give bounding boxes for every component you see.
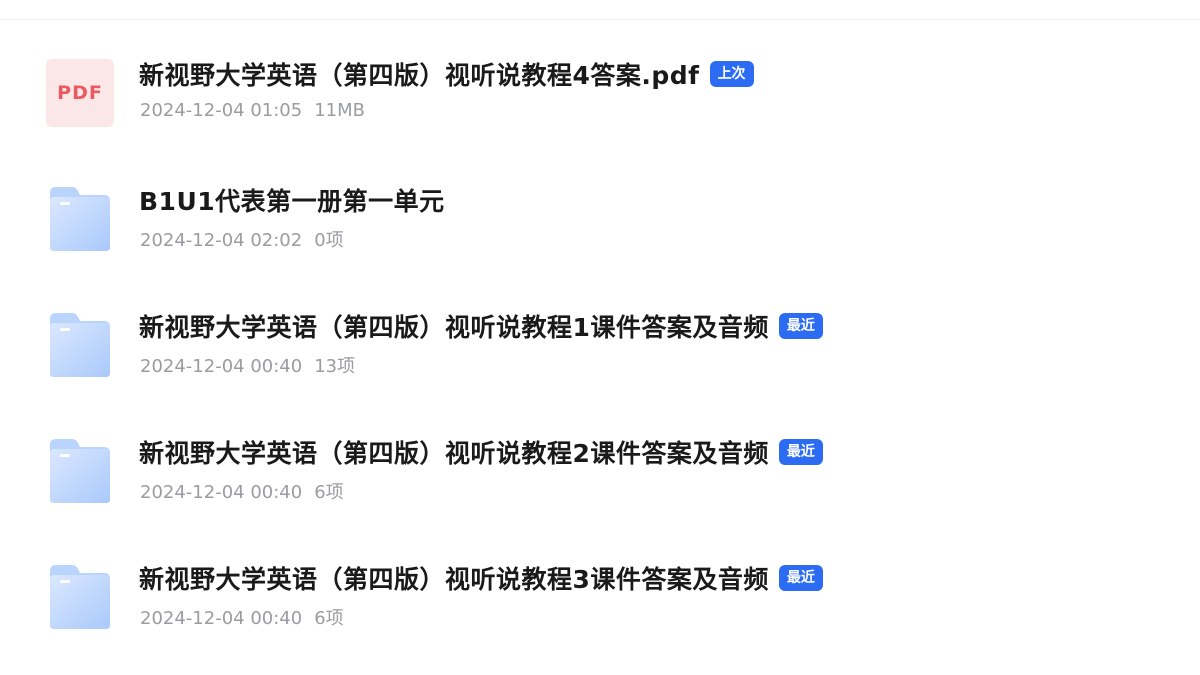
file-date: 2024-12-04 00:40: [140, 482, 303, 503]
recent-badge: 最近: [778, 439, 823, 465]
file-name-line: 新视野大学英语（第四版）视听说教程3课件答案及音频 最近: [139, 560, 823, 596]
pdf-file-icon: PDF: [46, 59, 114, 127]
folder-row-b1u1[interactable]: B1U1代表第一册第一单元 2024-12-04 02:02 0项: [0, 146, 1200, 272]
folder-row-course-2[interactable]: 新视野大学英语（第四版）视听说教程2课件答案及音频 最近 2024-12-04 …: [0, 398, 1200, 524]
recent-badge: 最近: [778, 313, 823, 339]
folder-icon: [50, 187, 110, 251]
recent-badge: 最近: [778, 565, 823, 591]
folder-name[interactable]: 新视野大学英语（第四版）视听说教程2课件答案及音频: [139, 434, 769, 470]
pdf-icon-label: PDF: [57, 82, 103, 104]
file-date: 2024-12-04 00:40: [140, 608, 303, 629]
file-name[interactable]: 新视野大学英语（第四版）视听说教程4答案.pdf: [139, 56, 700, 92]
file-size: 11MB: [314, 100, 365, 121]
item-count: 6项: [314, 482, 344, 503]
folder-icon: [50, 565, 110, 629]
folder-row-course-3[interactable]: 新视野大学英语（第四版）视听说教程3课件答案及音频 最近 2024-12-04 …: [0, 524, 1200, 650]
file-meta: 2024-12-04 00:40 6项: [140, 604, 344, 630]
folder-icon: [50, 439, 110, 503]
file-meta: 2024-12-04 00:40 13项: [140, 352, 355, 378]
item-count: 6项: [314, 608, 344, 629]
file-row-pdf[interactable]: PDF 新视野大学英语（第四版）视听说教程4答案.pdf 上次 2024-12-…: [0, 20, 1200, 146]
file-meta: 2024-12-04 00:40 6项: [140, 478, 344, 504]
file-date: 2024-12-04 02:02: [140, 230, 303, 251]
folder-name[interactable]: B1U1代表第一册第一单元: [139, 182, 445, 218]
folder-name[interactable]: 新视野大学英语（第四版）视听说教程1课件答案及音频: [139, 308, 769, 344]
folder-name[interactable]: 新视野大学英语（第四版）视听说教程3课件答案及音频: [139, 560, 769, 596]
item-count: 13项: [314, 356, 356, 377]
file-meta: 2024-12-04 01:05 11MB: [140, 100, 365, 121]
file-date: 2024-12-04 01:05: [140, 100, 303, 121]
folder-icon: [50, 313, 110, 377]
file-date: 2024-12-04 00:40: [140, 356, 303, 377]
folder-row-course-1[interactable]: 新视野大学英语（第四版）视听说教程1课件答案及音频 最近 2024-12-04 …: [0, 272, 1200, 398]
file-name-line: 新视野大学英语（第四版）视听说教程2课件答案及音频 最近: [139, 434, 823, 470]
file-meta: 2024-12-04 02:02 0项: [140, 226, 344, 252]
last-opened-badge: 上次: [709, 61, 754, 87]
file-name-line: 新视野大学英语（第四版）视听说教程1课件答案及音频 最近: [139, 308, 823, 344]
file-name-line: 新视野大学英语（第四版）视听说教程4答案.pdf 上次: [139, 56, 754, 92]
file-name-line: B1U1代表第一册第一单元: [139, 182, 445, 218]
item-count: 0项: [314, 230, 344, 251]
